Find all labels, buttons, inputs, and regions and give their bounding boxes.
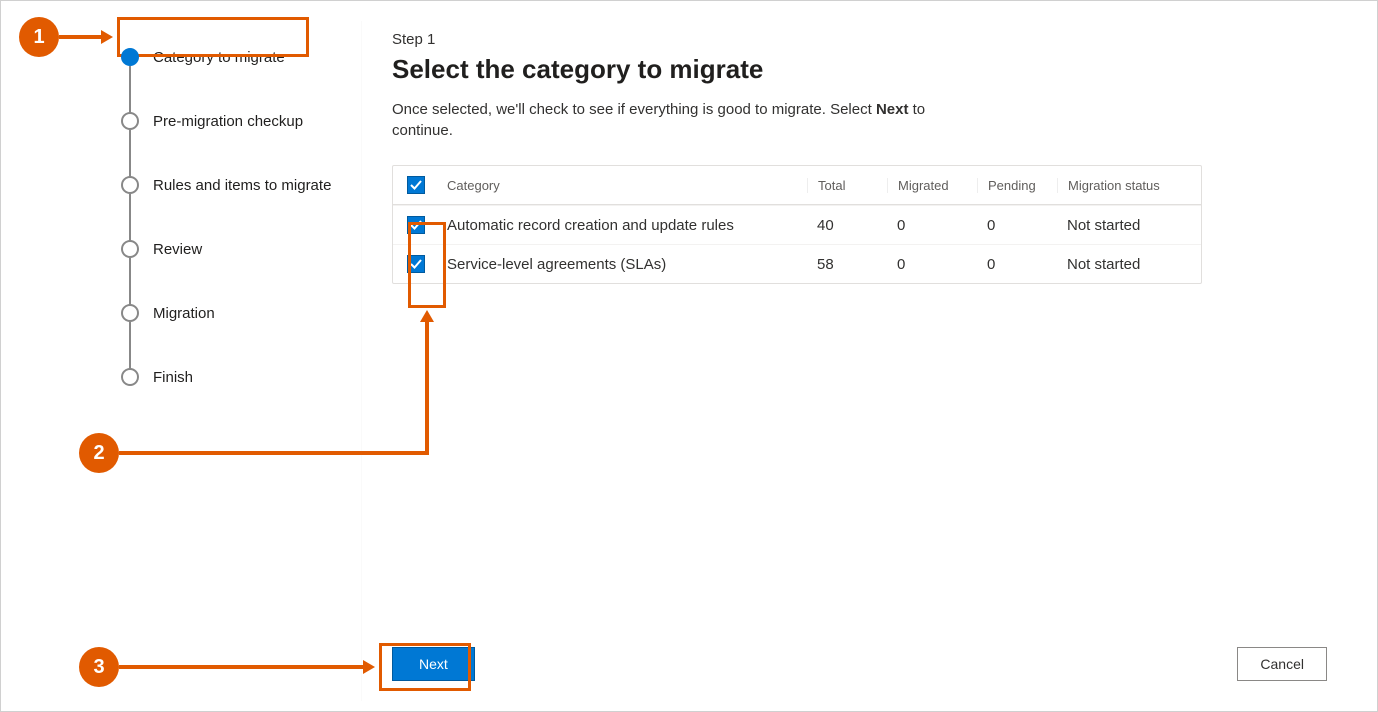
annotation-callout: 3 bbox=[79, 647, 119, 687]
annotation-callout: 1 bbox=[19, 17, 59, 57]
row-total: 40 bbox=[807, 217, 887, 234]
step-rules-and-items[interactable]: Rules and items to migrate bbox=[121, 153, 361, 217]
col-header-pending: Pending bbox=[977, 178, 1057, 193]
annotation-arrow bbox=[59, 35, 103, 39]
table-row[interactable]: Automatic record creation and update rul… bbox=[393, 205, 1201, 244]
checkmark-icon bbox=[410, 179, 422, 191]
step-indicator-icon bbox=[121, 48, 139, 66]
row-checkbox[interactable] bbox=[407, 255, 425, 273]
checkmark-icon bbox=[410, 258, 422, 270]
step-review[interactable]: Review bbox=[121, 217, 361, 281]
step-label: Pre-migration checkup bbox=[153, 113, 303, 130]
row-migrated: 0 bbox=[887, 256, 977, 273]
step-migration[interactable]: Migration bbox=[121, 281, 361, 345]
table-row[interactable]: Service-level agreements (SLAs) 58 0 0 N… bbox=[393, 244, 1201, 283]
desc-text: Once selected, we'll check to see if eve… bbox=[392, 101, 876, 118]
step-label: Rules and items to migrate bbox=[153, 177, 331, 194]
desc-bold: Next bbox=[876, 101, 909, 118]
row-pending: 0 bbox=[977, 256, 1057, 273]
checkmark-icon bbox=[410, 219, 422, 231]
page-title: Select the category to migrate bbox=[392, 54, 1337, 85]
row-pending: 0 bbox=[977, 217, 1057, 234]
step-label: Finish bbox=[153, 369, 193, 386]
annotation-arrow bbox=[425, 321, 429, 455]
col-header-status: Migration status bbox=[1057, 178, 1187, 193]
next-button[interactable]: Next bbox=[392, 647, 475, 681]
annotation-arrow-head bbox=[363, 660, 375, 674]
cancel-button[interactable]: Cancel bbox=[1237, 647, 1327, 681]
step-eyebrow: Step 1 bbox=[392, 31, 1337, 48]
row-name: Automatic record creation and update rul… bbox=[447, 217, 807, 234]
row-migrated: 0 bbox=[887, 217, 977, 234]
wizard-stepper: Category to migrate Pre-migration checku… bbox=[121, 25, 361, 409]
step-indicator-icon bbox=[121, 176, 139, 194]
col-header-total: Total bbox=[807, 178, 887, 193]
row-status: Not started bbox=[1057, 217, 1187, 234]
select-all-checkbox[interactable] bbox=[407, 176, 425, 194]
step-indicator-icon bbox=[121, 112, 139, 130]
step-indicator-icon bbox=[121, 368, 139, 386]
table-header-row: Category Total Migrated Pending Migratio… bbox=[393, 166, 1201, 205]
annotation-callout: 2 bbox=[79, 433, 119, 473]
page-description: Once selected, we'll check to see if eve… bbox=[392, 99, 952, 141]
col-header-category[interactable]: Category bbox=[447, 178, 807, 193]
step-label: Migration bbox=[153, 305, 215, 322]
step-pre-migration-checkup[interactable]: Pre-migration checkup bbox=[121, 89, 361, 153]
step-finish[interactable]: Finish bbox=[121, 345, 361, 409]
step-label: Category to migrate bbox=[153, 49, 285, 66]
row-total: 58 bbox=[807, 256, 887, 273]
step-label: Review bbox=[153, 241, 202, 258]
step-indicator-icon bbox=[121, 240, 139, 258]
annotation-arrow bbox=[119, 665, 365, 669]
row-checkbox[interactable] bbox=[407, 216, 425, 234]
row-name: Service-level agreements (SLAs) bbox=[447, 256, 807, 273]
annotation-arrow bbox=[119, 451, 425, 455]
category-table: Category Total Migrated Pending Migratio… bbox=[392, 165, 1202, 284]
annotation-arrow-head bbox=[420, 310, 434, 322]
step-indicator-icon bbox=[121, 304, 139, 322]
annotation-arrow-head bbox=[101, 30, 113, 44]
row-status: Not started bbox=[1057, 256, 1187, 273]
col-header-migrated: Migrated bbox=[887, 178, 977, 193]
step-category-to-migrate[interactable]: Category to migrate bbox=[121, 25, 361, 89]
